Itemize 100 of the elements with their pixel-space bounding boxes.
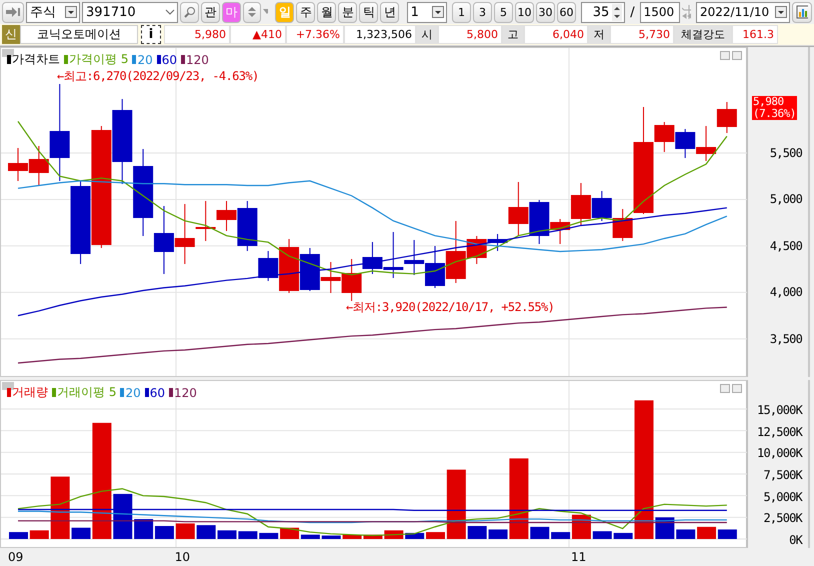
low-price-note: ←최저:3,920(2022/10/17, +52.55%) [346,299,554,316]
price-axis-label: 5,500 [770,146,802,160]
legend-marker-icon [181,55,186,64]
volume-bar [238,531,258,539]
candlestick [362,242,382,274]
candlestick [716,102,737,134]
interval-button[interactable]: 3 [472,2,492,22]
legend-label: 가격이평 5 [69,51,128,68]
volume-bar [322,536,341,539]
interval-button[interactable]: 5 [494,2,513,22]
legend-label: 거래량 [12,384,48,401]
field-label: 저 [588,25,610,44]
field-value: 5,800 [438,25,502,44]
quote-value: +7.36% [286,25,344,44]
search-icon[interactable] [180,2,199,22]
volume-bar [446,470,466,539]
interval-select[interactable]: 1 [406,2,447,22]
spinner-arrows-icon[interactable] [612,4,622,20]
legend-marker-icon [156,55,161,64]
price-axis-label: 4,000 [770,285,802,300]
candlestick [8,148,28,182]
legend-marker-icon [52,388,56,397]
volume-bar [50,476,70,539]
field-label: 시 [416,25,438,44]
volume-bar [530,526,550,539]
price-axis-label: 3,500 [770,332,802,346]
stock-code-field[interactable]: 391710 [82,2,178,22]
stock-name[interactable]: 코닉오토메이션 [20,25,138,44]
chart-settings-icon[interactable] [792,2,812,22]
volume-bar [259,532,278,539]
quote-value: ▲410 [230,25,286,44]
volume-axis-label: 10,000K [757,446,802,460]
legend-marker-icon [169,388,174,397]
volume-bar [196,525,216,539]
volume-bar [676,529,696,539]
volume-bar [218,530,236,539]
interval-button[interactable]: 30 [536,2,555,22]
volume-bar [468,526,487,539]
field-label: 고 [502,25,524,44]
legend-label: 120 [186,52,209,66]
field-value: 6,040 [524,25,588,44]
legend-label: 20 [137,52,153,66]
candlestick [675,128,696,158]
field-value: 5,730 [610,25,674,44]
legend-label: 60 [150,386,166,400]
candlestick [383,232,404,278]
volume-axis-label: 5,000K [763,490,802,504]
high-price-note: ←최고:6,270(2022/09/23, -4.63%) [57,68,259,85]
info-button[interactable]: i [141,25,161,44]
max-count-field[interactable]: 1500 [640,2,680,22]
date-axis-label: 11 [570,550,586,564]
volume-bar [113,494,132,539]
pane-window-buttons-icon[interactable] [720,51,742,60]
period-tab[interactable]: 년 [380,2,400,22]
volume-bar [176,523,195,539]
pane-window-buttons-icon[interactable] [720,384,742,393]
period-tab[interactable]: 주 [296,2,316,22]
interval-button[interactable]: 10 [514,2,534,22]
volume-bar [592,531,612,539]
legend-label: 60 [162,52,178,66]
separator-text: / [630,4,635,20]
volume-bar [30,530,49,539]
quote-value: 5,980 [164,25,230,44]
count-spinner[interactable]: 35 [581,2,626,22]
period-tab[interactable]: 월 [317,2,336,22]
legend-label: 20 [125,386,141,400]
price-axis-label: 5,000 [770,192,802,206]
volume-bar [614,532,633,539]
legend-title: 가격차트 [12,51,60,68]
volume-axis-label: 15,000K [757,403,802,417]
date-axis-label: 09 [8,550,24,564]
current-price-tag: 5,980 (7.36%) [752,96,797,120]
interval-button[interactable]: 60 [556,2,576,22]
quote-value: 1,323,506 [344,25,416,44]
volume-bar [697,526,716,539]
field-value: 161.3 [732,25,778,44]
legend-marker-icon [144,388,149,397]
volume-bar [9,532,28,539]
legend-label: 거래이평 5 [57,384,116,401]
legend-marker-icon [7,388,11,397]
interval-button[interactable]: 1 [452,2,471,22]
date-field[interactable]: 2022/11/10 [696,2,790,22]
candlestick [696,126,716,162]
legend-marker-icon [64,55,68,64]
volume-axis-label: 2,500K [763,511,802,526]
legend-marker-icon [132,55,136,64]
toolbar-button[interactable]: 관 [201,2,220,22]
credit-badge: 신 [2,25,20,44]
volume-axis-label: 12,500K [757,424,802,439]
field-label: 체결강도 [674,25,732,44]
volume-bar [718,529,737,539]
candlestick [300,248,320,292]
market-select[interactable]: 주식 [26,2,80,22]
legend-label: 120 [174,386,197,400]
period-tab[interactable]: 분 [338,2,358,22]
legend-marker-icon [7,55,11,64]
candlestick [592,190,612,222]
chevron-down-icon[interactable] [165,8,175,16]
period-tab[interactable]: 틱 [359,2,378,22]
up-down-icon[interactable] [243,2,261,22]
